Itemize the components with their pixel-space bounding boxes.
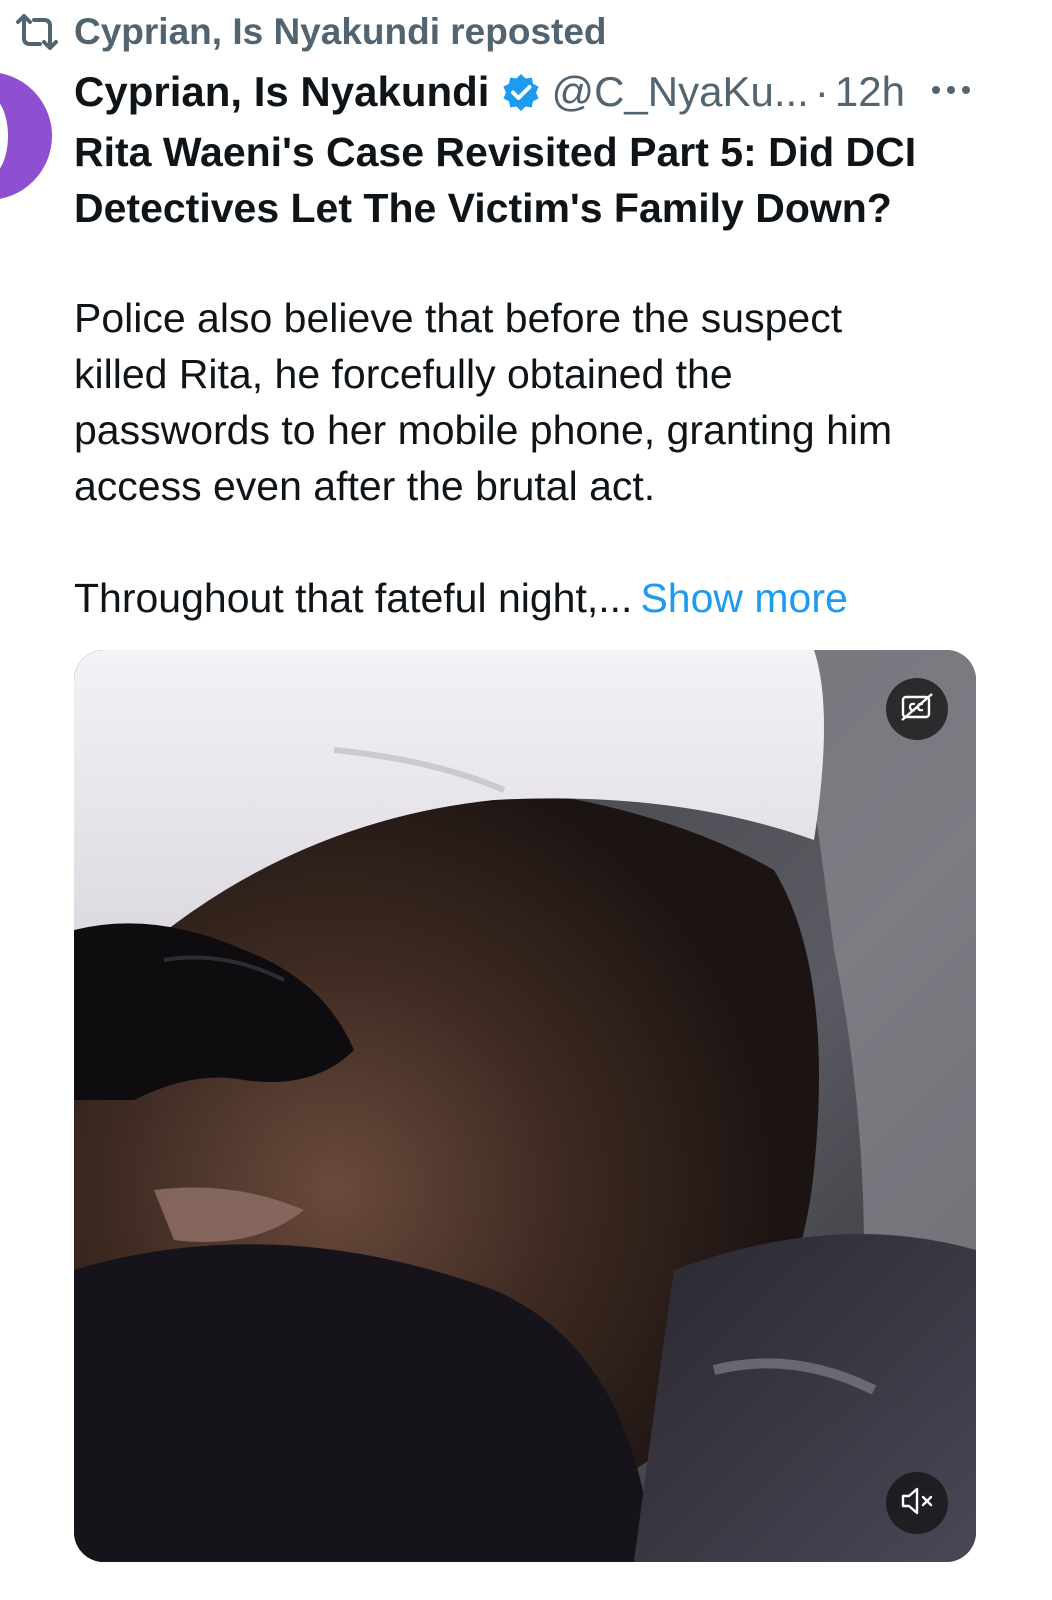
author-handle[interactable]: @C_NyaKu... <box>551 68 808 116</box>
tweet-excerpt: Throughout that fateful night,... Show mo… <box>74 570 994 626</box>
show-more-link[interactable]: Show more <box>640 575 847 621</box>
tweet-body-line: passwords to her mobile phone, granting … <box>74 407 893 453</box>
video-frame <box>74 650 976 1562</box>
mute-toggle-button[interactable] <box>886 1472 948 1534</box>
repost-header[interactable]: Cyprian, Is Nyakundi reposted <box>14 10 607 54</box>
meta-separator: · <box>814 68 829 115</box>
more-options-icon[interactable] <box>930 78 972 102</box>
tweet-title-line-1: Rita Waeni's Case Revisited Part 5: Did … <box>74 129 917 175</box>
captions-off-icon <box>900 692 934 727</box>
tweet-body: Police also believe that before the susp… <box>74 290 994 514</box>
avatar-silhouette <box>0 94 8 178</box>
tweet-title-line-2: Detectives Let The Victim's Family Down? <box>74 185 892 231</box>
tweet-page: Cyprian, Is Nyakundi reposted Cyprian, I… <box>0 0 1052 1600</box>
tweet-body-line: access even after the brutal act. <box>74 463 656 509</box>
tweet-body-line: Police also believe that before the susp… <box>74 295 843 341</box>
tweet-timestamp[interactable]: 12h <box>835 68 905 116</box>
author-avatar[interactable] <box>0 72 52 200</box>
muted-speaker-icon <box>899 1485 935 1522</box>
tweet-header: Cyprian, Is Nyakundi @C_NyaKu... · 12h <box>74 64 982 120</box>
author-display-name[interactable]: Cyprian, Is Nyakundi <box>74 68 489 116</box>
repost-icon <box>14 12 60 52</box>
tweet-body-line: killed Rita, he forcefully obtained the <box>74 351 733 397</box>
tweet-title: Rita Waeni's Case Revisited Part 5: Did … <box>74 124 994 236</box>
repost-label: Cyprian, Is Nyakundi reposted <box>74 11 607 52</box>
verified-badge-icon[interactable] <box>501 72 541 112</box>
tweet-excerpt-text: Throughout that fateful night,... <box>74 575 633 621</box>
captions-button[interactable] <box>886 678 948 740</box>
video-player[interactable] <box>74 650 976 1562</box>
